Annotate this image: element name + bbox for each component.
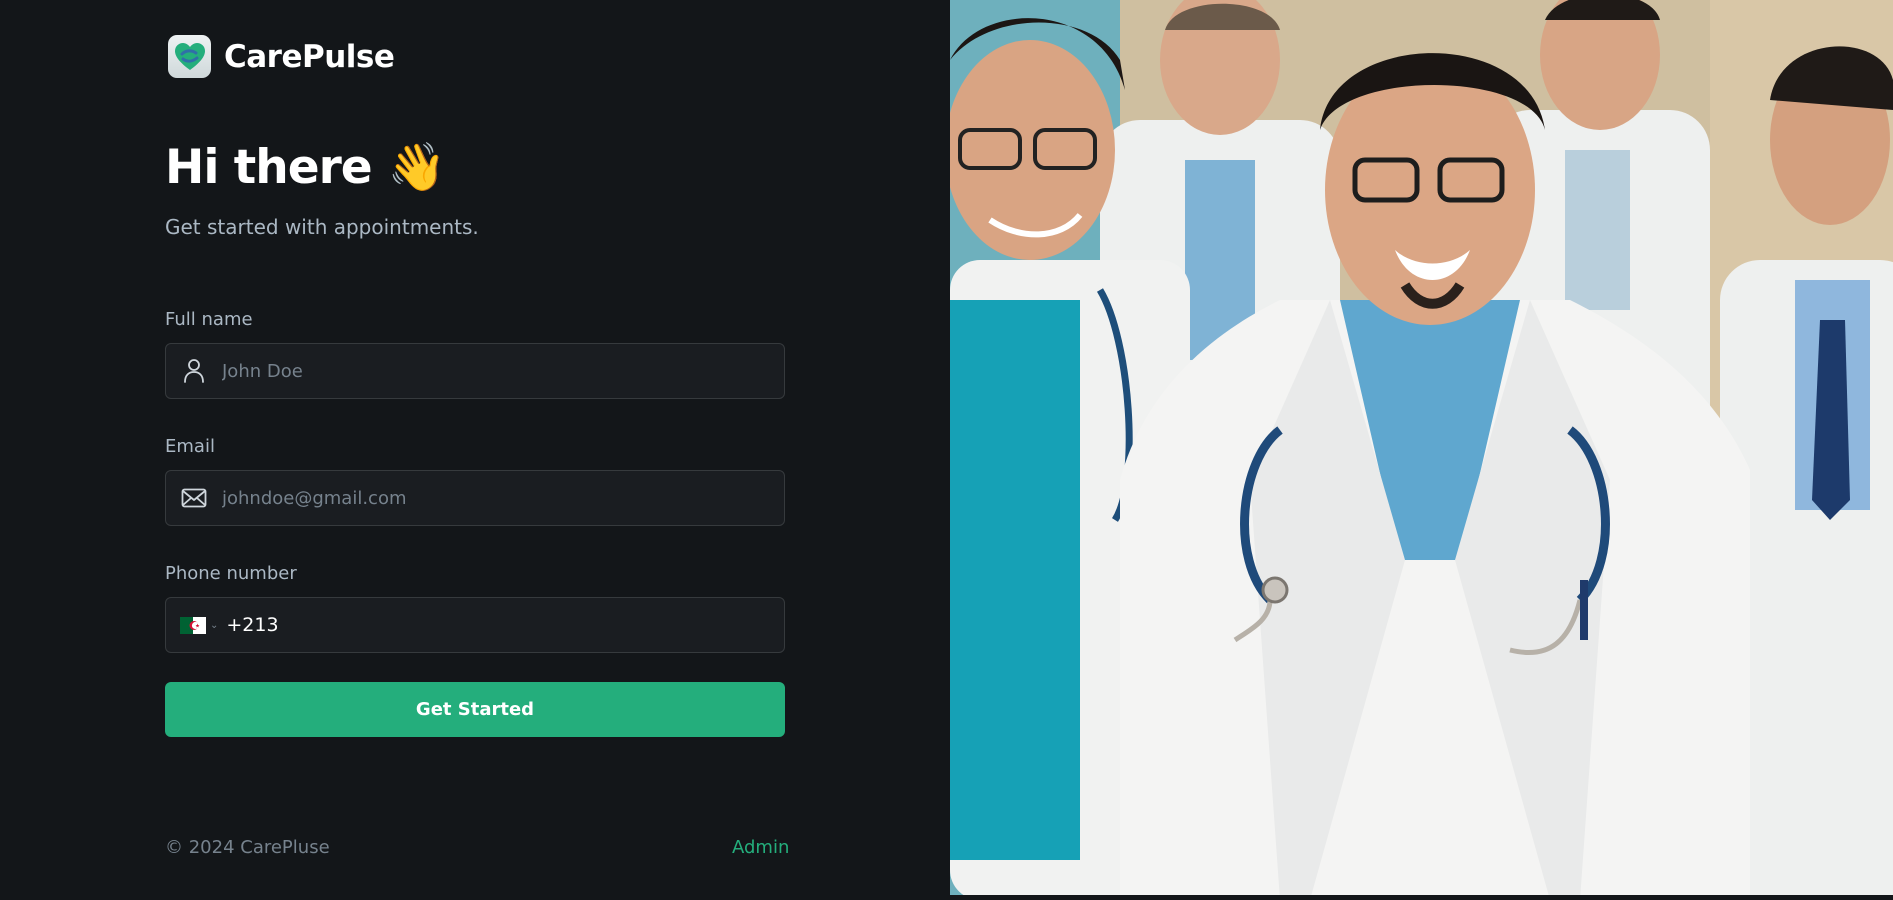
chevron-down-icon: ⌄ bbox=[210, 619, 219, 631]
phone-label: Phone number bbox=[165, 563, 297, 584]
mail-icon bbox=[166, 488, 222, 508]
onboarding-panel: CarePulse Hi there 👋 Get started with ap… bbox=[0, 0, 950, 900]
waving-hand-icon: 👋 bbox=[387, 140, 447, 195]
admin-link[interactable]: Admin bbox=[732, 837, 789, 858]
phone-input[interactable] bbox=[226, 598, 784, 652]
phone-field-wrapper: ⌄ bbox=[165, 597, 785, 653]
copyright-text: © 2024 CarePluse bbox=[165, 837, 330, 858]
doctors-illustration bbox=[950, 0, 1893, 895]
user-icon bbox=[166, 358, 222, 384]
country-select[interactable]: ⌄ bbox=[166, 616, 226, 634]
full-name-field-wrapper bbox=[165, 343, 785, 399]
heart-pulse-icon bbox=[168, 35, 211, 78]
greeting-text: Hi there bbox=[165, 140, 373, 195]
brand-name: CarePulse bbox=[224, 38, 395, 75]
get-started-button[interactable]: Get Started bbox=[165, 682, 785, 737]
algeria-flag-icon bbox=[180, 616, 206, 634]
email-label: Email bbox=[165, 436, 215, 457]
email-field-wrapper bbox=[165, 470, 785, 526]
full-name-input[interactable] bbox=[222, 344, 784, 398]
email-input[interactable] bbox=[222, 471, 784, 525]
full-name-label: Full name bbox=[165, 309, 253, 330]
page-title: Hi there 👋 bbox=[165, 140, 447, 195]
doctors-hero-image bbox=[950, 0, 1893, 895]
brand-logo: CarePulse bbox=[168, 35, 395, 78]
page-subtitle: Get started with appointments. bbox=[165, 215, 479, 239]
